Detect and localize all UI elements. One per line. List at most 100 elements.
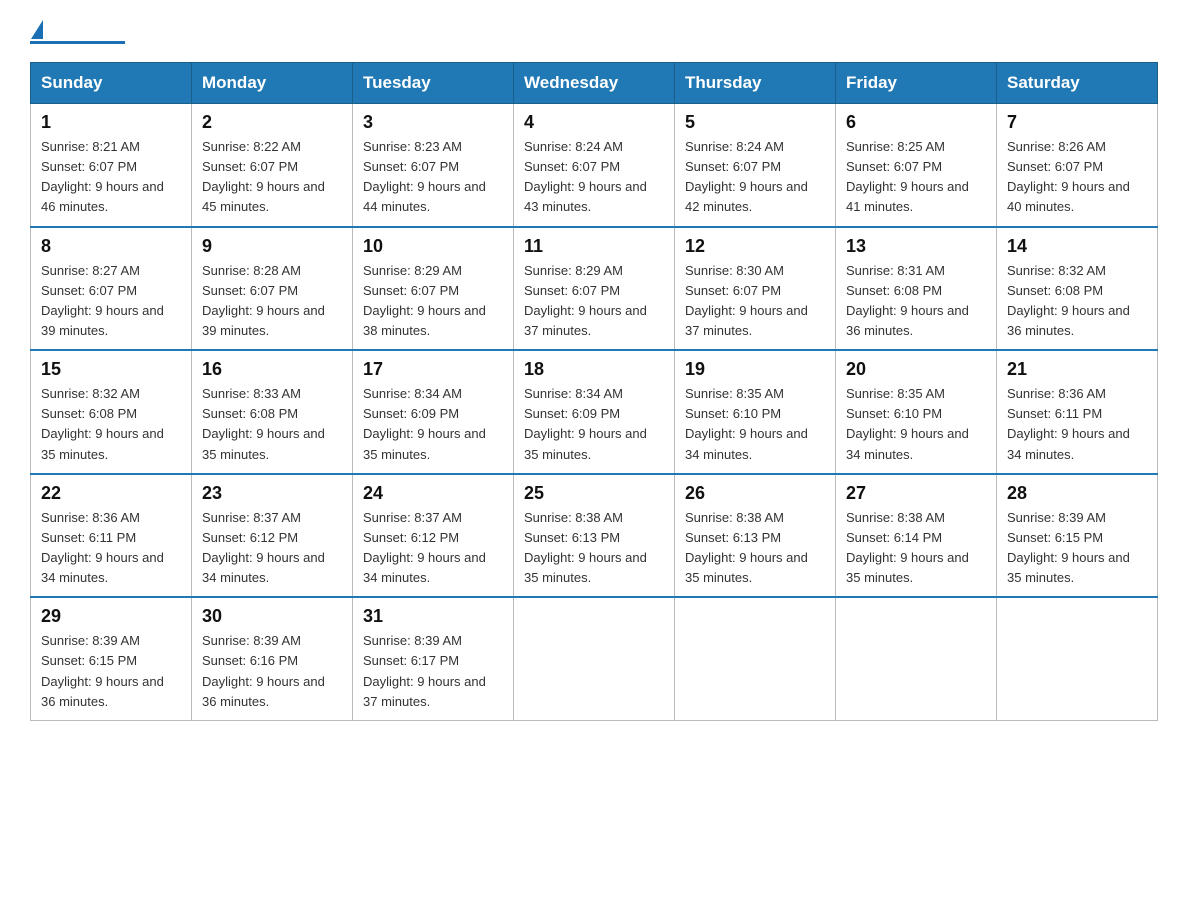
day-info: Sunrise: 8:39 AMSunset: 6:15 PMDaylight:… xyxy=(41,633,164,708)
calendar-cell: 17 Sunrise: 8:34 AMSunset: 6:09 PMDayligh… xyxy=(353,350,514,474)
day-number: 28 xyxy=(1007,483,1147,504)
calendar-table: SundayMondayTuesdayWednesdayThursdayFrid… xyxy=(30,62,1158,721)
logo-underline xyxy=(30,41,125,44)
day-info: Sunrise: 8:32 AMSunset: 6:08 PMDaylight:… xyxy=(1007,263,1130,338)
day-number: 6 xyxy=(846,112,986,133)
day-info: Sunrise: 8:29 AMSunset: 6:07 PMDaylight:… xyxy=(524,263,647,338)
calendar-cell: 1Sunrise: 8:21 AMSunset: 6:07 PMDaylight… xyxy=(31,104,192,227)
day-number: 7 xyxy=(1007,112,1147,133)
day-number: 18 xyxy=(524,359,664,380)
calendar-cell: 16 Sunrise: 8:33 AMSunset: 6:08 PMDayligh… xyxy=(192,350,353,474)
day-number: 2 xyxy=(202,112,342,133)
calendar-cell: 20 Sunrise: 8:35 AMSunset: 6:10 PMDayligh… xyxy=(836,350,997,474)
calendar-cell: 6 Sunrise: 8:25 AMSunset: 6:07 PMDaylight… xyxy=(836,104,997,227)
calendar-cell: 10 Sunrise: 8:29 AMSunset: 6:07 PMDayligh… xyxy=(353,227,514,351)
day-number: 22 xyxy=(41,483,181,504)
day-info: Sunrise: 8:35 AMSunset: 6:10 PMDaylight:… xyxy=(685,386,808,461)
day-number: 5 xyxy=(685,112,825,133)
day-info: Sunrise: 8:35 AMSunset: 6:10 PMDaylight:… xyxy=(846,386,969,461)
calendar-body: 1Sunrise: 8:21 AMSunset: 6:07 PMDaylight… xyxy=(31,104,1158,721)
day-info: Sunrise: 8:37 AMSunset: 6:12 PMDaylight:… xyxy=(363,510,486,585)
calendar-cell: 21 Sunrise: 8:36 AMSunset: 6:11 PMDayligh… xyxy=(997,350,1158,474)
calendar-cell: 29 Sunrise: 8:39 AMSunset: 6:15 PMDayligh… xyxy=(31,597,192,720)
calendar-header-row: SundayMondayTuesdayWednesdayThursdayFrid… xyxy=(31,63,1158,104)
day-info: Sunrise: 8:26 AMSunset: 6:07 PMDaylight:… xyxy=(1007,139,1130,214)
day-number: 3 xyxy=(363,112,503,133)
day-number: 21 xyxy=(1007,359,1147,380)
day-number: 17 xyxy=(363,359,503,380)
day-info: Sunrise: 8:27 AMSunset: 6:07 PMDaylight:… xyxy=(41,263,164,338)
calendar-cell xyxy=(514,597,675,720)
calendar-cell: 2 Sunrise: 8:22 AMSunset: 6:07 PMDaylight… xyxy=(192,104,353,227)
calendar-cell xyxy=(997,597,1158,720)
calendar-cell: 28Sunrise: 8:39 AMSunset: 6:15 PMDayligh… xyxy=(997,474,1158,598)
calendar-cell: 25 Sunrise: 8:38 AMSunset: 6:13 PMDayligh… xyxy=(514,474,675,598)
calendar-cell: 9Sunrise: 8:28 AMSunset: 6:07 PMDaylight… xyxy=(192,227,353,351)
calendar-cell: 27 Sunrise: 8:38 AMSunset: 6:14 PMDayligh… xyxy=(836,474,997,598)
logo xyxy=(30,20,125,44)
day-info: Sunrise: 8:37 AMSunset: 6:12 PMDaylight:… xyxy=(202,510,325,585)
calendar-day-header: Thursday xyxy=(675,63,836,104)
day-info: Sunrise: 8:23 AMSunset: 6:07 PMDaylight:… xyxy=(363,139,486,214)
day-number: 29 xyxy=(41,606,181,627)
day-number: 10 xyxy=(363,236,503,257)
calendar-day-header: Saturday xyxy=(997,63,1158,104)
calendar-cell: 30Sunrise: 8:39 AMSunset: 6:16 PMDayligh… xyxy=(192,597,353,720)
day-info: Sunrise: 8:36 AMSunset: 6:11 PMDaylight:… xyxy=(41,510,164,585)
day-number: 27 xyxy=(846,483,986,504)
day-number: 16 xyxy=(202,359,342,380)
calendar-day-header: Sunday xyxy=(31,63,192,104)
calendar-week-row: 15 Sunrise: 8:32 AMSunset: 6:08 PMDayligh… xyxy=(31,350,1158,474)
calendar-cell: 14 Sunrise: 8:32 AMSunset: 6:08 PMDayligh… xyxy=(997,227,1158,351)
calendar-cell: 8 Sunrise: 8:27 AMSunset: 6:07 PMDaylight… xyxy=(31,227,192,351)
calendar-week-row: 29 Sunrise: 8:39 AMSunset: 6:15 PMDayligh… xyxy=(31,597,1158,720)
day-info: Sunrise: 8:34 AMSunset: 6:09 PMDaylight:… xyxy=(524,386,647,461)
day-info: Sunrise: 8:21 AMSunset: 6:07 PMDaylight:… xyxy=(41,139,164,214)
calendar-cell: 3 Sunrise: 8:23 AMSunset: 6:07 PMDaylight… xyxy=(353,104,514,227)
calendar-cell: 7 Sunrise: 8:26 AMSunset: 6:07 PMDaylight… xyxy=(997,104,1158,227)
calendar-cell: 31 Sunrise: 8:39 AMSunset: 6:17 PMDayligh… xyxy=(353,597,514,720)
day-info: Sunrise: 8:39 AMSunset: 6:17 PMDaylight:… xyxy=(363,633,486,708)
day-number: 19 xyxy=(685,359,825,380)
logo-triangle-icon xyxy=(31,20,43,39)
day-number: 24 xyxy=(363,483,503,504)
day-number: 12 xyxy=(685,236,825,257)
calendar-day-header: Wednesday xyxy=(514,63,675,104)
day-number: 25 xyxy=(524,483,664,504)
day-info: Sunrise: 8:32 AMSunset: 6:08 PMDaylight:… xyxy=(41,386,164,461)
day-info: Sunrise: 8:25 AMSunset: 6:07 PMDaylight:… xyxy=(846,139,969,214)
day-info: Sunrise: 8:29 AMSunset: 6:07 PMDaylight:… xyxy=(363,263,486,338)
calendar-cell xyxy=(836,597,997,720)
day-number: 14 xyxy=(1007,236,1147,257)
day-info: Sunrise: 8:22 AMSunset: 6:07 PMDaylight:… xyxy=(202,139,325,214)
calendar-cell: 19 Sunrise: 8:35 AMSunset: 6:10 PMDayligh… xyxy=(675,350,836,474)
calendar-cell: 26Sunrise: 8:38 AMSunset: 6:13 PMDayligh… xyxy=(675,474,836,598)
day-info: Sunrise: 8:31 AMSunset: 6:08 PMDaylight:… xyxy=(846,263,969,338)
calendar-cell: 13 Sunrise: 8:31 AMSunset: 6:08 PMDayligh… xyxy=(836,227,997,351)
day-info: Sunrise: 8:38 AMSunset: 6:13 PMDaylight:… xyxy=(524,510,647,585)
day-number: 8 xyxy=(41,236,181,257)
calendar-cell: 11Sunrise: 8:29 AMSunset: 6:07 PMDayligh… xyxy=(514,227,675,351)
calendar-cell: 4 Sunrise: 8:24 AMSunset: 6:07 PMDaylight… xyxy=(514,104,675,227)
calendar-week-row: 1Sunrise: 8:21 AMSunset: 6:07 PMDaylight… xyxy=(31,104,1158,227)
calendar-cell: 24 Sunrise: 8:37 AMSunset: 6:12 PMDayligh… xyxy=(353,474,514,598)
calendar-week-row: 22 Sunrise: 8:36 AMSunset: 6:11 PMDayligh… xyxy=(31,474,1158,598)
day-number: 15 xyxy=(41,359,181,380)
day-number: 13 xyxy=(846,236,986,257)
day-number: 31 xyxy=(363,606,503,627)
day-info: Sunrise: 8:30 AMSunset: 6:07 PMDaylight:… xyxy=(685,263,808,338)
day-number: 4 xyxy=(524,112,664,133)
day-info: Sunrise: 8:34 AMSunset: 6:09 PMDaylight:… xyxy=(363,386,486,461)
day-info: Sunrise: 8:24 AMSunset: 6:07 PMDaylight:… xyxy=(524,139,647,214)
day-number: 20 xyxy=(846,359,986,380)
calendar-cell: 22 Sunrise: 8:36 AMSunset: 6:11 PMDayligh… xyxy=(31,474,192,598)
page-header xyxy=(30,20,1158,44)
day-info: Sunrise: 8:38 AMSunset: 6:13 PMDaylight:… xyxy=(685,510,808,585)
day-number: 9 xyxy=(202,236,342,257)
calendar-cell: 15 Sunrise: 8:32 AMSunset: 6:08 PMDayligh… xyxy=(31,350,192,474)
day-info: Sunrise: 8:33 AMSunset: 6:08 PMDaylight:… xyxy=(202,386,325,461)
calendar-cell xyxy=(675,597,836,720)
day-info: Sunrise: 8:24 AMSunset: 6:07 PMDaylight:… xyxy=(685,139,808,214)
day-info: Sunrise: 8:38 AMSunset: 6:14 PMDaylight:… xyxy=(846,510,969,585)
day-info: Sunrise: 8:36 AMSunset: 6:11 PMDaylight:… xyxy=(1007,386,1130,461)
